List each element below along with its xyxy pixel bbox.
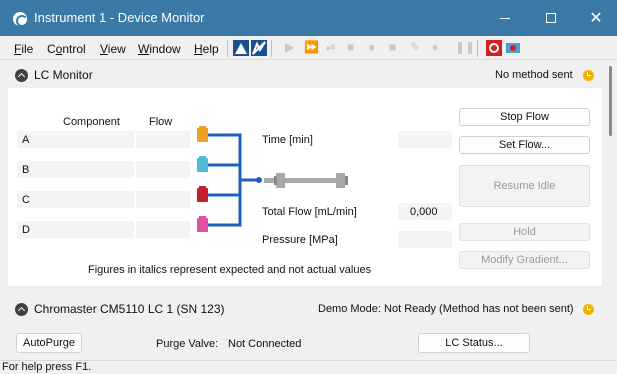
menu-bar: File Control View Window Help ▶ ⏩ ⏯ ■ ● …: [0, 36, 617, 60]
modify-gradient-button[interactable]: Modify Gradient...: [459, 251, 590, 269]
camera-icon[interactable]: ■: [347, 40, 363, 56]
component-header: Component: [63, 116, 120, 128]
instrument-config-icon[interactable]: [505, 40, 521, 56]
stop-flow-button[interactable]: Stop Flow: [459, 108, 590, 126]
component-label-a: A: [22, 134, 30, 146]
vial-d-icon: [197, 218, 208, 232]
pump-title: Chromaster CM5110 LC 1 (SN 123): [34, 302, 225, 316]
scrollbar-thumb[interactable]: [609, 66, 612, 136]
purge-valve-value: Not Connected: [228, 338, 302, 350]
toolbar-separator: [227, 40, 228, 57]
vial-a-icon: [197, 128, 208, 142]
mixing-lines: [208, 133, 258, 227]
menu-control[interactable]: Control: [47, 42, 86, 56]
status-text: For help press F1.: [2, 361, 92, 373]
close-icon: ✕: [589, 10, 603, 27]
pump-header[interactable]: Chromaster CM5110 LC 1 (SN 123) Demo Mod…: [0, 300, 604, 320]
menu-help[interactable]: Help: [194, 42, 219, 56]
menu-accelerator: F: [14, 42, 22, 56]
pump-status: Demo Mode: Not Ready (Method has not bee…: [318, 303, 574, 315]
menu-accelerator: V: [100, 42, 108, 56]
flow-cell-c: [135, 190, 191, 209]
time-label: Time [min]: [262, 134, 313, 146]
clock-icon: [583, 70, 594, 81]
vial-icon[interactable]: ♦: [432, 40, 448, 56]
toolbar-separator: [271, 40, 272, 57]
menu-file[interactable]: File: [14, 42, 33, 56]
flow-cell-b: [135, 160, 191, 179]
component-row-b: [16, 160, 135, 179]
toolbar-separator: [477, 40, 478, 57]
component-label-d: D: [22, 224, 30, 236]
menu-view[interactable]: View: [100, 42, 126, 56]
purge-valve-label: Purge Valve:: [156, 338, 219, 350]
lc-status-button[interactable]: LC Status...: [418, 333, 530, 353]
step-icon[interactable]: ⏯: [326, 40, 342, 56]
pressure-label: Pressure [MPa]: [262, 234, 338, 246]
flow-cell-d: [135, 220, 191, 239]
pause-icon[interactable]: ❚❚: [455, 40, 475, 56]
pressure-value-cell: [397, 230, 453, 249]
component-label-b: B: [22, 164, 30, 176]
run-icon[interactable]: ▶: [285, 40, 301, 56]
method-status: No method sent: [495, 69, 573, 81]
stop-icon[interactable]: ■: [389, 40, 405, 56]
close-button[interactable]: ✕: [573, 0, 617, 36]
lc-monitor-header[interactable]: LC Monitor No method sent: [0, 66, 604, 85]
total-flow-label: Total Flow [mL/min]: [262, 206, 357, 218]
menu-window[interactable]: Window: [138, 42, 181, 56]
vertical-scrollbar[interactable]: [604, 60, 617, 360]
error-log-icon[interactable]: [486, 40, 502, 56]
maximize-icon: [546, 13, 556, 23]
time-value-cell: [397, 130, 453, 149]
component-row-a: [16, 130, 135, 149]
lc-monitor-panel: Component Flow A B C D Time [min] Total …: [8, 88, 602, 286]
collapse-icon[interactable]: [15, 303, 28, 316]
flow-cell-a: [135, 130, 191, 149]
component-row-c: [16, 190, 135, 209]
window-title: Instrument 1 - Device Monitor: [34, 10, 205, 25]
abort-icon[interactable]: ●: [368, 40, 384, 56]
column-icon: [264, 173, 348, 188]
edit-icon[interactable]: ✎: [410, 40, 426, 56]
minimize-icon: [500, 17, 510, 19]
vial-b-icon: [197, 158, 208, 172]
menu-accelerator: H: [194, 42, 203, 56]
app-icon: [13, 12, 28, 27]
fast-forward-icon[interactable]: ⏩: [304, 40, 320, 56]
autopurge-button[interactable]: AutoPurge: [16, 333, 82, 353]
sequence-icon[interactable]: [251, 40, 267, 56]
collapse-icon[interactable]: [15, 69, 28, 82]
menu-accelerator: W: [138, 42, 150, 56]
minimize-button[interactable]: [482, 0, 528, 36]
solvent-vials: [197, 126, 208, 232]
component-label-c: C: [22, 194, 30, 206]
menu-accelerator: o: [55, 42, 63, 56]
status-bar: For help press F1.: [0, 360, 617, 374]
italics-note: Figures in italics represent expected an…: [88, 264, 372, 276]
maximize-button[interactable]: [528, 0, 574, 36]
vial-c-icon: [197, 188, 208, 202]
title-bar: Instrument 1 - Device Monitor ✕: [0, 0, 617, 36]
flow-header: Flow: [149, 116, 173, 128]
set-flow-button[interactable]: Set Flow...: [459, 136, 590, 154]
lc-monitor-title: LC Monitor: [34, 68, 93, 82]
resume-idle-button[interactable]: Resume Idle: [459, 165, 590, 207]
clock-icon: [583, 304, 594, 315]
total-flow-value: 0,000: [410, 206, 438, 218]
hold-button[interactable]: Hold: [459, 223, 590, 241]
monitor-icon[interactable]: [233, 40, 249, 56]
pump-controls: AutoPurge Purge Valve: Not Connected LC …: [0, 327, 604, 357]
component-row-d: [16, 220, 135, 239]
